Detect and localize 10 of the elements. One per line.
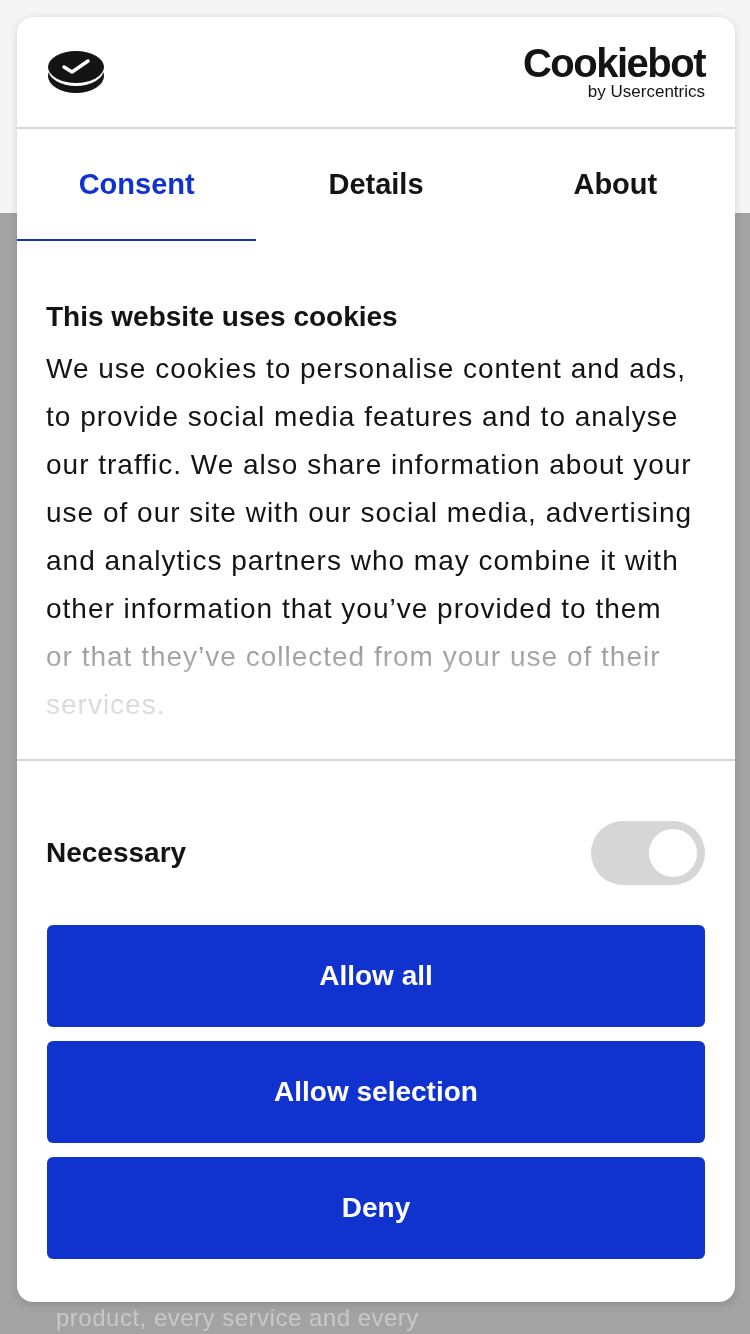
consent-button[interactable]: Deny (47, 1157, 705, 1259)
brand-tagline: by Usercentrics (587, 83, 705, 101)
consent-button[interactable]: Allow selection (47, 1041, 705, 1143)
cookie-check-icon (47, 50, 105, 94)
notice-title: This website uses cookies (46, 301, 399, 333)
tab[interactable]: About (495, 129, 735, 241)
tab[interactable]: Consent (17, 129, 257, 241)
consent-button[interactable]: Allow all (47, 925, 705, 1027)
brand-logo: Cookiebot (522, 43, 705, 83)
category-label: Necessary (46, 837, 187, 869)
